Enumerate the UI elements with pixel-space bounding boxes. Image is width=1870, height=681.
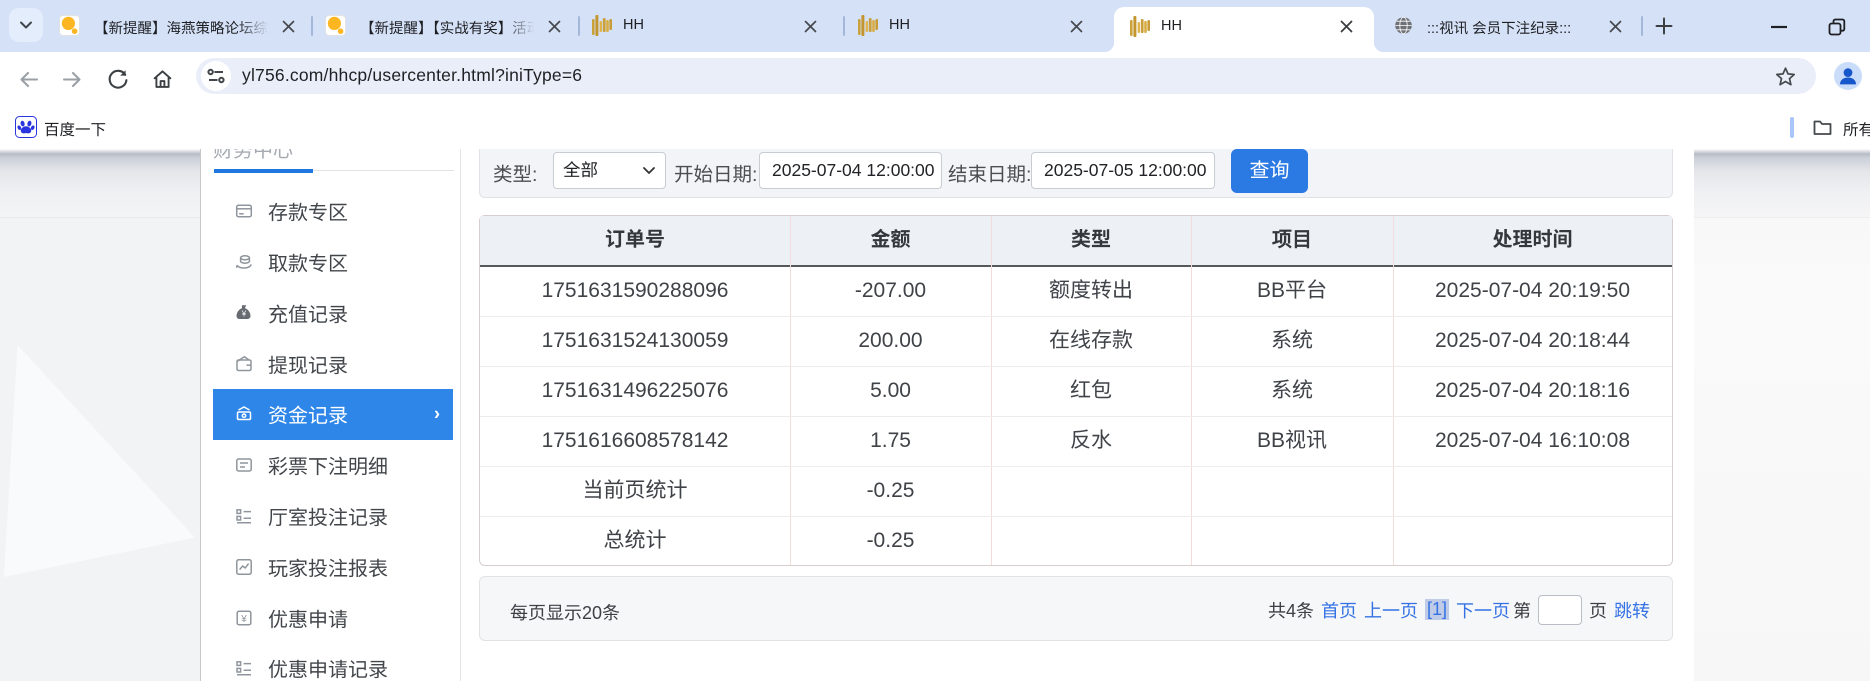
svg-text:¥: ¥ (240, 614, 247, 625)
svg-text:¥: ¥ (241, 309, 247, 318)
